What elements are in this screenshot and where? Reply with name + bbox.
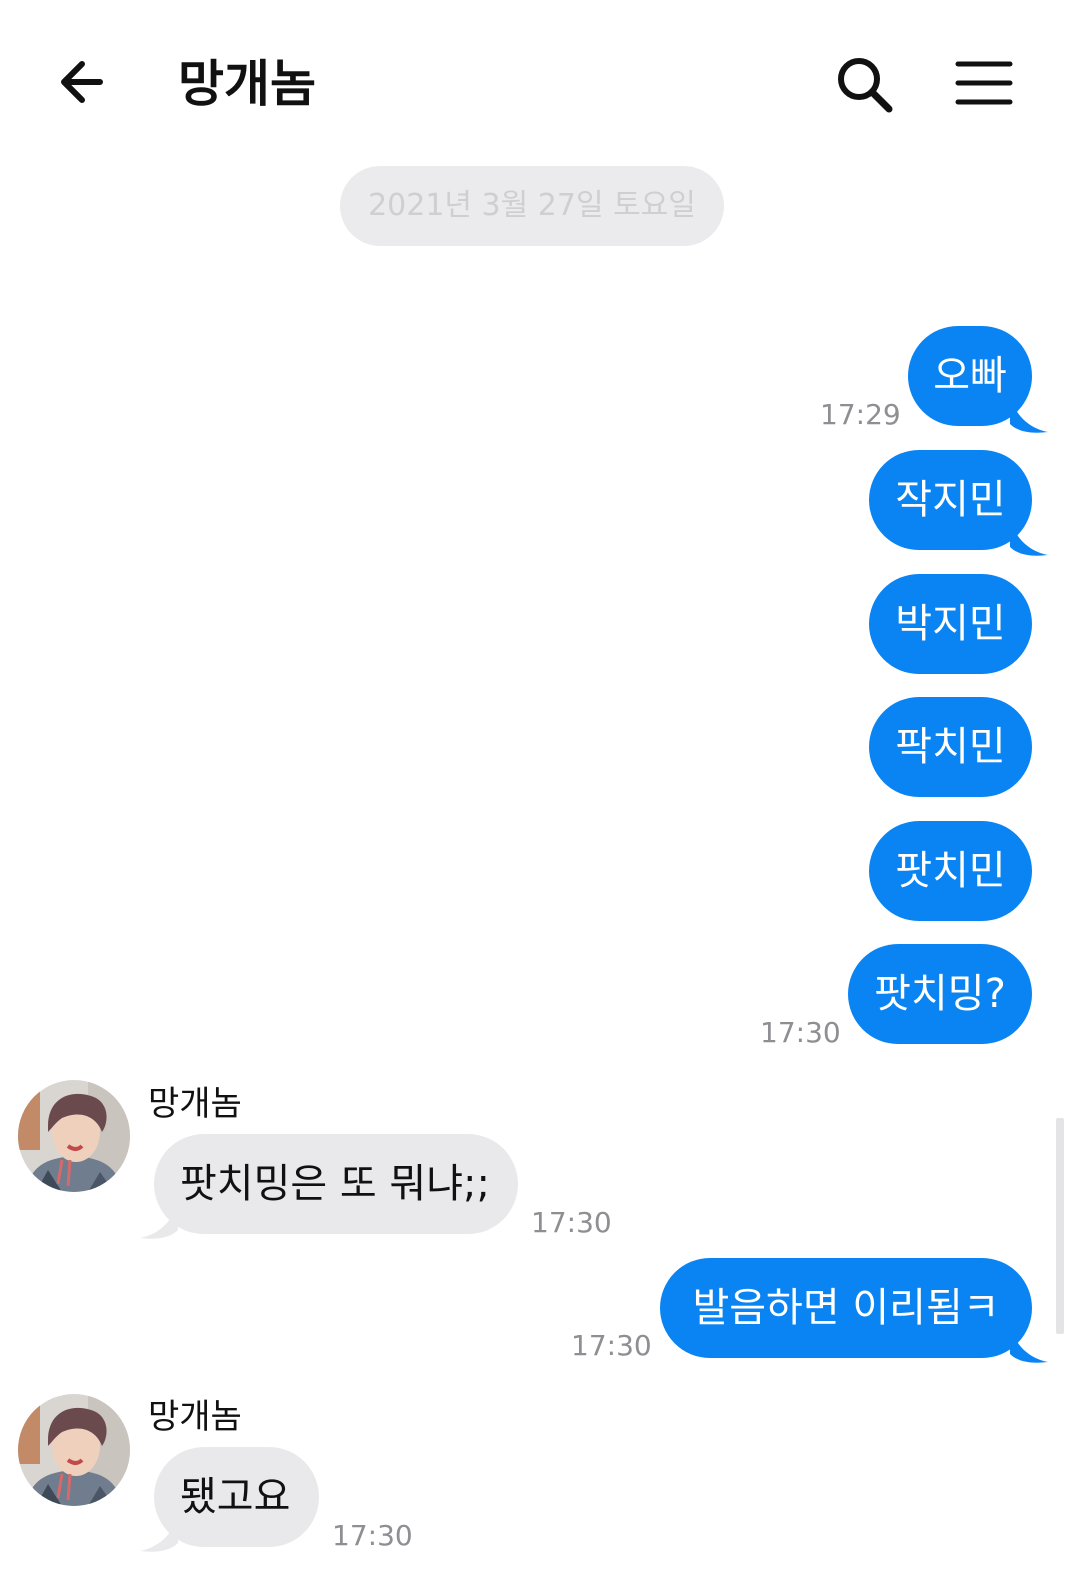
sender-name: 망개놈 xyxy=(148,1084,242,1124)
outgoing-message-bubble[interactable]: 발음하면 이리됨ㅋ xyxy=(660,1258,1032,1358)
arrow-left-icon xyxy=(61,61,103,103)
incoming-message-bubble[interactable]: 팟치밍은 또 뭐냐;; xyxy=(154,1134,518,1234)
hamburger-menu-icon xyxy=(955,61,1013,105)
date-divider: 2021년 3월 27일 토요일 xyxy=(340,166,724,246)
chat-header: 망개놈 xyxy=(0,0,1080,160)
sender-name: 망개놈 xyxy=(148,1397,242,1437)
search-icon xyxy=(838,58,893,113)
profile-photo-icon xyxy=(18,1394,130,1506)
back-button[interactable] xyxy=(52,52,116,112)
message-time: 17:30 xyxy=(531,1206,612,1239)
menu-button[interactable] xyxy=(954,58,1014,108)
incoming-message-bubble[interactable]: 됐고요 xyxy=(154,1447,319,1547)
outgoing-message-bubble[interactable]: 작지민 xyxy=(869,450,1032,550)
profile-photo-icon xyxy=(18,1080,130,1192)
message-time: 17:30 xyxy=(332,1519,413,1552)
message-time: 17:30 xyxy=(760,1016,841,1049)
avatar[interactable] xyxy=(18,1394,130,1506)
outgoing-message-bubble[interactable]: 팟치밍? xyxy=(848,944,1032,1044)
outgoing-message-bubble[interactable]: 팍치민 xyxy=(869,697,1032,797)
search-button[interactable] xyxy=(834,54,896,116)
scrollbar[interactable] xyxy=(1056,1118,1064,1334)
bubble-tail xyxy=(1010,394,1048,433)
bubble-tail xyxy=(140,1513,178,1552)
avatar[interactable] xyxy=(18,1080,130,1192)
message-time: 17:30 xyxy=(571,1329,652,1362)
bubble-tail xyxy=(1010,1324,1048,1363)
outgoing-message-bubble[interactable]: 박지민 xyxy=(869,574,1032,674)
chat-screen: 망개놈 2021년 3월 27일 토요일 오빠 17:29 작지민 박지민 팍치… xyxy=(0,0,1080,1588)
bubble-tail xyxy=(1010,517,1048,556)
outgoing-message-bubble[interactable]: 팟치민 xyxy=(869,821,1032,921)
bubble-tail xyxy=(140,1200,178,1239)
chat-title: 망개놈 xyxy=(178,55,316,113)
message-time: 17:29 xyxy=(820,398,901,431)
